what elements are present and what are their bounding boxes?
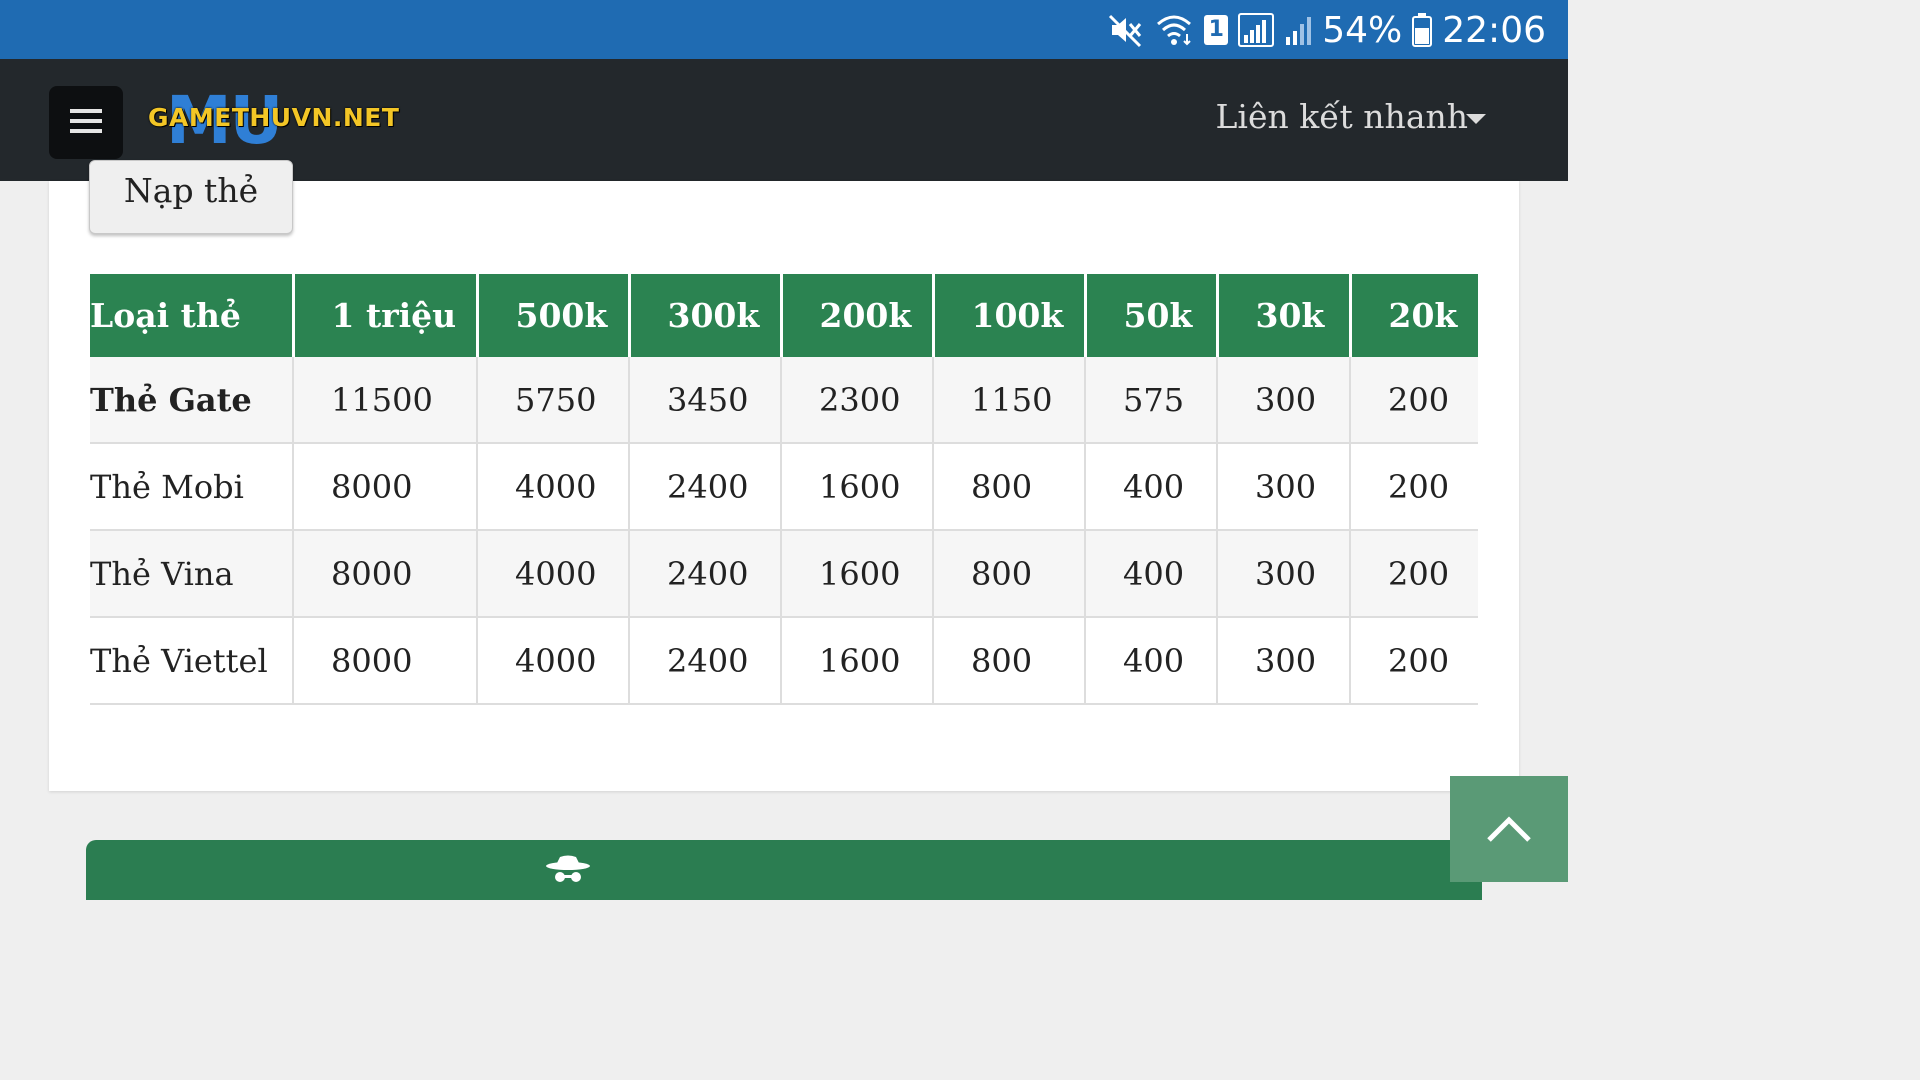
table-cell: 800	[933, 443, 1086, 531]
table-cell: 1600	[781, 530, 934, 618]
logo-text: GAMETHUVN.NET	[148, 103, 400, 132]
mute-icon	[1108, 12, 1144, 48]
spy-icon	[544, 855, 592, 886]
table-cell: 300	[1217, 357, 1351, 444]
table-cell: 4000	[477, 617, 630, 705]
table-cell: 8000	[293, 443, 478, 531]
table-cell: 3450	[629, 357, 782, 444]
table-cell: Thẻ Vina	[90, 530, 294, 618]
signal-icon	[1238, 13, 1275, 47]
table-cell: 200	[1350, 443, 1478, 531]
header-500k: 500k	[477, 274, 631, 357]
recharge-button[interactable]: Nạp thẻ	[89, 160, 293, 234]
site-logo[interactable]: MU GAMETHUVN.NET	[148, 88, 438, 154]
table-cell: 300	[1217, 617, 1351, 705]
table-cell: 400	[1085, 617, 1218, 705]
table-cell: 2400	[629, 443, 782, 531]
status-icons: 1 54% 22:06	[1108, 8, 1546, 52]
wifi-icon	[1154, 12, 1194, 48]
chevron-down-icon[interactable]	[1466, 114, 1486, 124]
table-cell: 200	[1350, 530, 1478, 618]
table-cell: 11500	[293, 357, 478, 444]
header-300k: 300k	[629, 274, 783, 357]
table-cell: 400	[1085, 530, 1218, 618]
table-cell: 1600	[781, 617, 934, 705]
table-cell: 4000	[477, 530, 630, 618]
table-cell: 800	[933, 530, 1086, 618]
table-cell: 2400	[629, 617, 782, 705]
table-cell: 4000	[477, 443, 630, 531]
table-row: Thẻ Vina 8000 4000 2400 1600 800 400 300…	[90, 530, 1478, 618]
table-cell: 1600	[781, 443, 934, 531]
table-cell: 400	[1085, 443, 1218, 531]
back-to-top-button[interactable]	[1450, 776, 1568, 882]
battery-percent: 54%	[1322, 9, 1403, 51]
header-1m: 1 triệu	[293, 274, 479, 357]
card-rate-table: Loại thẻ 1 triệu 500k 300k 200k 100k 50k…	[90, 274, 1478, 705]
table-cell: Thẻ Mobi	[90, 443, 294, 531]
header-card-type: Loại thẻ	[90, 274, 295, 357]
table-row: Thẻ Mobi 8000 4000 2400 1600 800 400 300…	[90, 443, 1478, 531]
table-cell: 1150	[933, 357, 1086, 444]
table-cell: 300	[1217, 443, 1351, 531]
header-30k: 30k	[1217, 274, 1352, 357]
table-cell: 2400	[629, 530, 782, 618]
table-cell: 5750	[477, 357, 630, 444]
table-cell: 200	[1350, 357, 1478, 444]
footer-section-header	[86, 840, 1482, 900]
table-row: Thẻ Gate 11500 5750 3450 2300 1150 575 3…	[90, 357, 1478, 444]
sim-icon: 1	[1204, 15, 1229, 45]
status-bar: 1 54% 22:06	[0, 0, 1568, 59]
header-100k: 100k	[933, 274, 1087, 357]
table-cell: 800	[933, 617, 1086, 705]
table-cell: 300	[1217, 530, 1351, 618]
battery-icon	[1412, 13, 1433, 47]
header-200k: 200k	[781, 274, 935, 357]
table-header-row: Loại thẻ 1 triệu 500k 300k 200k 100k 50k…	[90, 274, 1478, 357]
recharge-button-label: Nạp thẻ	[123, 171, 259, 210]
table-row: Thẻ Viettel 8000 4000 2400 1600 800 400 …	[90, 617, 1478, 705]
clock: 22:06	[1442, 9, 1546, 51]
table-cell: 575	[1085, 357, 1218, 444]
hamburger-icon	[70, 107, 102, 139]
table-cell: 200	[1350, 617, 1478, 705]
header-50k: 50k	[1085, 274, 1219, 357]
signal-2-icon	[1284, 13, 1312, 47]
quick-links-dropdown[interactable]: Liên kết nhanh	[1216, 97, 1468, 136]
menu-button[interactable]	[49, 86, 123, 159]
chevron-up-icon	[1486, 814, 1532, 848]
table-cell: Thẻ Viettel	[90, 617, 294, 705]
table-cell: Thẻ Gate	[90, 357, 294, 444]
table-cell: 8000	[293, 617, 478, 705]
table-cell: 2300	[781, 357, 934, 444]
table-cell: 8000	[293, 530, 478, 618]
header-20k: 20k	[1350, 274, 1478, 357]
